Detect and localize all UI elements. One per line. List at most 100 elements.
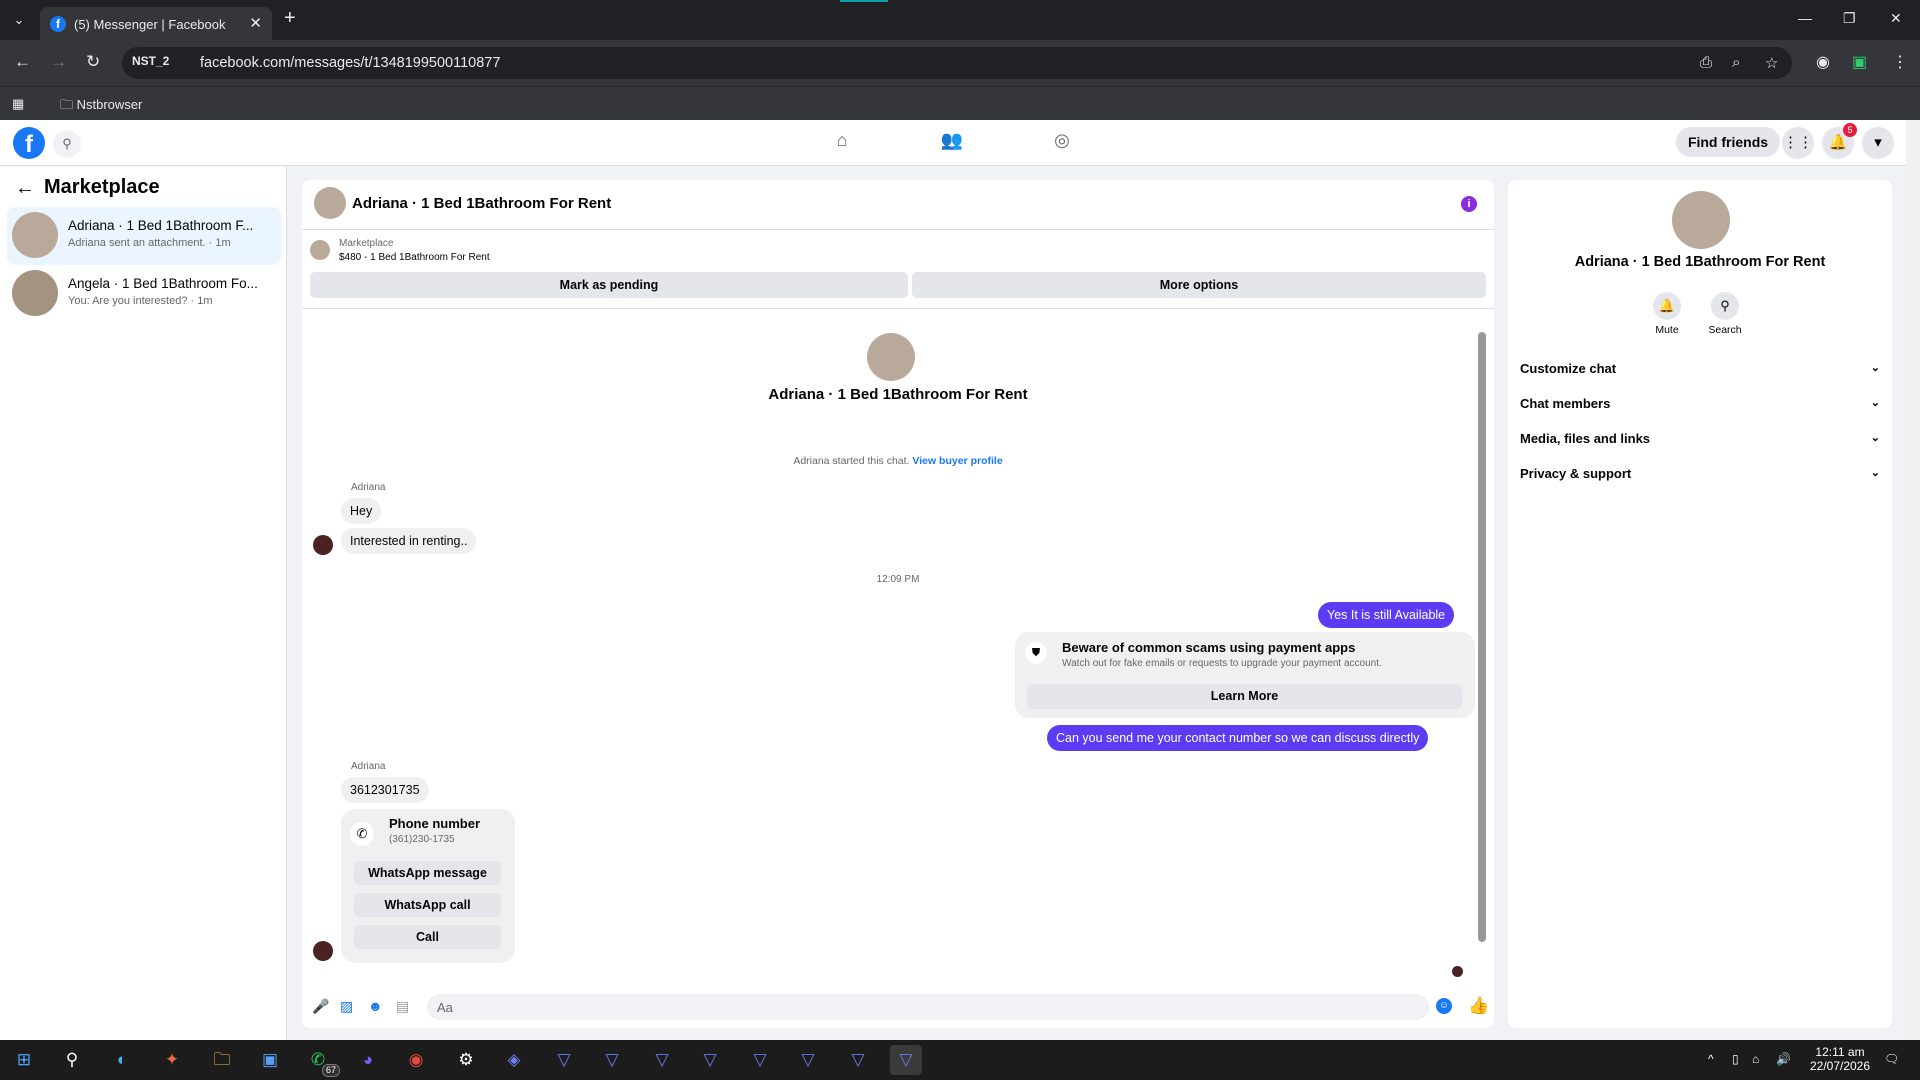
chrome-icon[interactable]: ◉ bbox=[400, 1045, 432, 1075]
reload-icon[interactable]: ↻ bbox=[86, 52, 100, 72]
find-friends-button[interactable]: Find friends bbox=[1676, 127, 1780, 157]
listing-thumbnail[interactable] bbox=[310, 240, 330, 260]
nstbrowser-icon[interactable]: ▽ bbox=[744, 1045, 776, 1075]
search-icon[interactable]: ⚲ bbox=[56, 1045, 88, 1075]
zoom-icon[interactable]: ⌕ bbox=[1732, 54, 1740, 71]
mute-button[interactable]: 🔔 Mute bbox=[1642, 292, 1692, 336]
copilot-icon[interactable]: ✦ bbox=[156, 1045, 188, 1075]
system-clock[interactable]: 12:11 am 22/07/2026 bbox=[1805, 1045, 1875, 1073]
nstbrowser-icon[interactable]: ▽ bbox=[890, 1045, 922, 1075]
network-icon[interactable]: ⌂ bbox=[1752, 1052, 1759, 1066]
notification-center-icon[interactable]: 🗨 bbox=[1884, 1052, 1899, 1066]
new-tab-icon[interactable]: + bbox=[284, 7, 296, 30]
edge-icon[interactable]: ◐ bbox=[106, 1045, 138, 1075]
whatsapp-message-button[interactable]: WhatsApp message bbox=[354, 861, 501, 885]
section-chat-members[interactable]: Chat members ⌄ bbox=[1520, 396, 1880, 420]
outgoing-message[interactable]: Can you send me your contact number so w… bbox=[1047, 725, 1429, 751]
file-explorer-icon[interactable]: 🗀 bbox=[206, 1045, 238, 1075]
minimize-icon[interactable]: — bbox=[1798, 10, 1812, 26]
search-icon[interactable]: ⚲ bbox=[53, 130, 81, 158]
tray-chevron-icon[interactable]: ^ bbox=[1708, 1052, 1714, 1066]
app-icon[interactable]: ◈ bbox=[498, 1045, 530, 1075]
back-arrow-icon[interactable]: ← bbox=[15, 177, 35, 200]
profile-icon[interactable]: ◉ bbox=[1816, 52, 1830, 72]
chat-info-panel: Adriana · 1 Bed 1Bathroom For Rent 🔔 Mut… bbox=[1508, 180, 1892, 1028]
omnibox[interactable]: NST_2 facebook.com/messages/t/1348199500… bbox=[122, 47, 1792, 79]
thumbs-up-icon[interactable]: 👍 bbox=[1468, 996, 1489, 1016]
groups-icon[interactable]: ◎ bbox=[1048, 130, 1076, 151]
gif-icon[interactable]: ▤ bbox=[396, 998, 409, 1015]
nstbrowser-icon[interactable]: ▽ bbox=[792, 1045, 824, 1075]
clock-time: 12:11 am bbox=[1815, 1045, 1865, 1059]
nstbrowser-icon[interactable]: ▽ bbox=[694, 1045, 726, 1075]
section-media-files-links[interactable]: Media, files and links ⌄ bbox=[1520, 431, 1880, 455]
photo-icon[interactable]: ▨ bbox=[340, 998, 353, 1015]
volume-icon[interactable]: 🔊 bbox=[1776, 1052, 1791, 1066]
view-buyer-profile-link[interactable]: View buyer profile bbox=[912, 455, 1002, 467]
scrollbar-thumb[interactable] bbox=[1478, 332, 1486, 942]
info-icon[interactable]: i bbox=[1461, 196, 1477, 212]
sender-avatar[interactable] bbox=[313, 941, 333, 961]
whatsapp-call-button[interactable]: WhatsApp call bbox=[354, 893, 501, 917]
friends-icon[interactable]: 👥 bbox=[938, 130, 966, 151]
bookmark-folder[interactable]: 🗀 Nstbrowser bbox=[60, 96, 142, 118]
chat-scrollbar[interactable] bbox=[1478, 320, 1486, 960]
page-scrollbar[interactable] bbox=[1906, 120, 1920, 1040]
menu-grid-icon[interactable]: ⋮⋮ bbox=[1782, 127, 1814, 159]
section-customize-chat[interactable]: Customize chat ⌄ bbox=[1520, 361, 1880, 385]
contact-avatar[interactable] bbox=[1672, 191, 1730, 249]
device-icon[interactable]: ▯ bbox=[1732, 1052, 1739, 1066]
menu-icon[interactable]: ⋮ bbox=[1892, 52, 1908, 72]
start-icon[interactable]: ⊞ bbox=[8, 1045, 40, 1075]
profile-chip[interactable]: NST_2 bbox=[132, 54, 169, 68]
close-tab-icon[interactable]: ✕ bbox=[249, 14, 262, 32]
store-icon[interactable]: ▣ bbox=[254, 1045, 286, 1075]
message-input[interactable]: Aa bbox=[427, 994, 1429, 1020]
bookmark-star-icon[interactable]: ☆ bbox=[1765, 54, 1778, 72]
conversation-item-adriana[interactable]: Adriana · 1 Bed 1Bathroom F... Adriana s… bbox=[7, 207, 281, 265]
chat-avatar[interactable] bbox=[314, 187, 346, 219]
nstbrowser-icon[interactable]: ▽ bbox=[842, 1045, 874, 1075]
chat-started-text: Adriana started this chat. View buyer pr… bbox=[302, 455, 1494, 467]
install-icon[interactable]: ⎙ bbox=[1700, 54, 1712, 71]
incoming-message[interactable]: 3612301735 bbox=[341, 777, 429, 803]
emoji-icon[interactable]: ☺ bbox=[1436, 998, 1452, 1014]
restore-icon[interactable]: ❐ bbox=[1843, 10, 1856, 27]
settings-icon[interactable]: ⚙ bbox=[450, 1045, 482, 1075]
microphone-icon[interactable]: 🎤 bbox=[312, 998, 329, 1015]
learn-more-button[interactable]: Learn More bbox=[1027, 684, 1462, 709]
whatsapp-icon[interactable]: ✆ 67 bbox=[302, 1045, 340, 1077]
incoming-message[interactable]: Interested in renting.. bbox=[341, 528, 477, 554]
browser-tab[interactable]: f (5) Messenger | Facebook ✕ bbox=[40, 7, 272, 40]
search-button[interactable]: ⚲ Search bbox=[1700, 292, 1750, 336]
apps-grid-icon[interactable]: ▦ bbox=[12, 96, 24, 112]
message-composer: 🎤 ▨ ☻ ▤ Aa ☺ 👍 bbox=[302, 986, 1494, 1028]
mark-as-pending-button[interactable]: Mark as pending bbox=[310, 272, 908, 298]
forward-icon[interactable]: → bbox=[50, 52, 67, 72]
tab-search-icon[interactable]: ⌄ bbox=[8, 9, 30, 31]
sticker-icon[interactable]: ☻ bbox=[368, 998, 383, 1014]
video-icon[interactable]: ▣ bbox=[1852, 52, 1867, 72]
conversation-item-angela[interactable]: Angela · 1 Bed 1Bathroom Fo... You: Are … bbox=[7, 265, 281, 323]
chat-title[interactable]: Adriana · 1 Bed 1Bathroom For Rent bbox=[352, 195, 611, 212]
chevron-down-icon: ⌄ bbox=[1870, 362, 1880, 374]
section-privacy-support[interactable]: Privacy & support ⌄ bbox=[1520, 466, 1880, 490]
nstbrowser-icon[interactable]: ▽ bbox=[646, 1045, 678, 1075]
account-chevron-icon[interactable]: ▾ bbox=[1862, 127, 1894, 159]
incoming-message[interactable]: Hey bbox=[341, 498, 382, 524]
outgoing-message[interactable]: Yes It is still Available bbox=[1318, 602, 1455, 628]
close-window-icon[interactable]: ✕ bbox=[1890, 10, 1902, 27]
call-button[interactable]: Call bbox=[354, 925, 501, 949]
back-icon[interactable]: ← bbox=[14, 52, 31, 72]
home-icon[interactable]: ⌂ bbox=[828, 130, 856, 151]
listing-price[interactable]: $480 - 1 Bed 1Bathroom For Rent bbox=[339, 252, 490, 263]
facebook-logo-icon[interactable]: f bbox=[13, 127, 45, 159]
nstbrowser-icon[interactable]: ▽ bbox=[548, 1045, 580, 1075]
scam-warning-subtitle: Watch out for fake emails or requests to… bbox=[1062, 658, 1382, 669]
discord-icon[interactable]: ◕ bbox=[352, 1045, 384, 1075]
more-options-button[interactable]: More options bbox=[912, 272, 1486, 298]
nstbrowser-icon[interactable]: ▽ bbox=[596, 1045, 628, 1075]
facebook-favicon-icon: f bbox=[50, 16, 66, 32]
sender-avatar[interactable] bbox=[313, 535, 333, 555]
url-text[interactable]: facebook.com/messages/t/1348199500110877 bbox=[200, 55, 500, 71]
